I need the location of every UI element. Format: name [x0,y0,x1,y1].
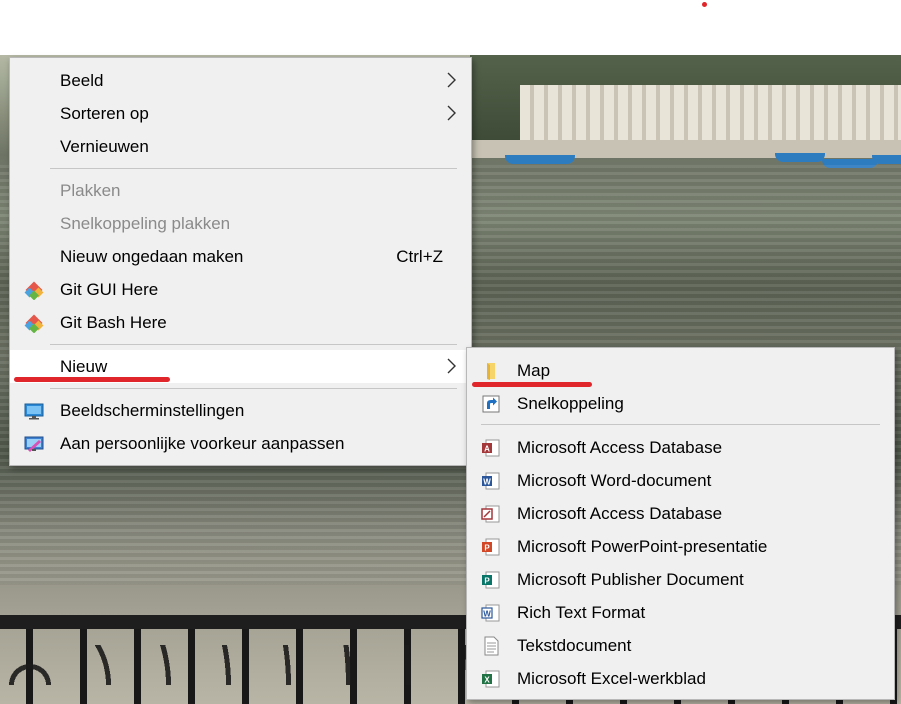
menu-item-label: Microsoft Access Database [517,504,723,523]
menu-separator [50,344,457,345]
menu-item-label: Snelkoppeling plakken [60,214,231,233]
rtf-icon: W [481,604,500,622]
menu-item-label: Microsoft Word-document [517,471,712,490]
chevron-right-icon [447,105,456,121]
menu-item-label: Beeldscherminstellingen [60,401,245,420]
menu-item-beeldscherminstellingen[interactable]: Beeldscherminstellingen [10,394,471,427]
menu-item-sorteren-op[interactable]: Sorteren op [10,97,471,130]
access-icon: A [482,439,500,457]
submenu-item-publisher-document[interactable]: P Microsoft Publisher Document [467,563,894,596]
menu-item-label: Sorteren op [60,104,149,123]
menu-item-snelkoppeling-plakken[interactable]: Snelkoppeling plakken [10,207,471,240]
access-icon [481,505,500,523]
submenu-item-excel-werkblad[interactable]: X Microsoft Excel-werkblad [467,662,894,695]
menu-item-vernieuwen[interactable]: Vernieuwen [10,130,471,163]
menu-item-label: Microsoft Excel-werkblad [517,669,706,688]
top-white-area [0,0,901,55]
submenu-item-tekstdocument[interactable]: Tekstdocument [467,629,894,662]
menu-item-label: Git GUI Here [60,280,159,299]
menu-item-git-bash-here[interactable]: Git Bash Here [10,306,471,339]
menu-item-label: Plakken [60,181,121,200]
excel-icon: X [482,670,500,688]
svg-text:P: P [484,544,490,553]
text-document-icon [484,636,499,656]
display-settings-icon [24,403,44,420]
menu-item-label: Beeld [60,71,104,90]
chevron-right-icon [447,72,456,88]
submenu-item-snelkoppeling[interactable]: Snelkoppeling [467,387,894,420]
wallpaper-boat [505,155,575,164]
menu-item-aan-persoonlijke-voorkeur-aanpassen[interactable]: Aan persoonlijke voorkeur aanpassen [10,427,471,460]
shortcut-icon [482,395,500,413]
publisher-icon: P [482,571,500,589]
svg-text:W: W [483,478,491,487]
wallpaper-boat [775,153,825,162]
menu-item-plakken[interactable]: Plakken [10,174,471,207]
annotation-underline-map [472,382,592,387]
menu-item-label: Microsoft PowerPoint-presentatie [517,537,768,556]
menu-item-label: Git Bash Here [60,313,167,332]
chevron-right-icon [447,358,456,374]
svg-text:A: A [484,445,490,454]
menu-separator [481,424,880,425]
shortcut-text: Ctrl+Z [396,247,443,266]
wallpaper-boat [872,155,901,164]
annotation-underline-nieuw [14,377,170,382]
menu-item-label: Aan persoonlijke voorkeur aanpassen [60,434,345,453]
menu-separator [50,168,457,169]
menu-item-label: Nieuw ongedaan maken [60,247,244,266]
menu-item-label: Microsoft Access Database [517,438,723,457]
menu-item-label: Microsoft Publisher Document [517,570,744,589]
wallpaper-colonnade [520,85,901,145]
svg-text:W: W [483,610,491,619]
menu-item-label: Vernieuwen [60,137,149,156]
submenu-item-access-database-2[interactable]: Microsoft Access Database [467,497,894,530]
menu-item-label: Tekstdocument [517,636,632,655]
menu-separator [50,388,457,389]
desktop-context-menu: Beeld Sorteren op Vernieuwen Plakken Sne… [9,57,472,466]
submenu-item-access-database[interactable]: A Microsoft Access Database [467,431,894,464]
git-icon [24,281,44,300]
submenu-item-powerpoint-presentatie[interactable]: P Microsoft PowerPoint-presentatie [467,530,894,563]
menu-item-nieuw-ongedaan-maken[interactable]: Nieuw ongedaan maken Ctrl+Z [10,240,471,273]
menu-item-label: Rich Text Format [517,603,646,622]
submenu-item-word-document[interactable]: W Microsoft Word-document [467,464,894,497]
menu-item-beeld[interactable]: Beeld [10,64,471,97]
annotation-dot [702,2,707,7]
menu-item-label: Snelkoppeling [517,394,624,413]
git-icon [24,314,44,333]
word-icon: W [482,472,500,490]
personalize-icon [24,436,44,452]
svg-text:X: X [484,676,490,685]
new-submenu: Map Snelkoppeling A Microsoft Access Dat… [466,347,895,700]
menu-item-git-gui-here[interactable]: Git GUI Here [10,273,471,306]
svg-text:P: P [484,577,490,586]
submenu-item-rich-text-format[interactable]: W Rich Text Format [467,596,894,629]
powerpoint-icon: P [482,538,500,556]
folder-icon [487,363,495,380]
